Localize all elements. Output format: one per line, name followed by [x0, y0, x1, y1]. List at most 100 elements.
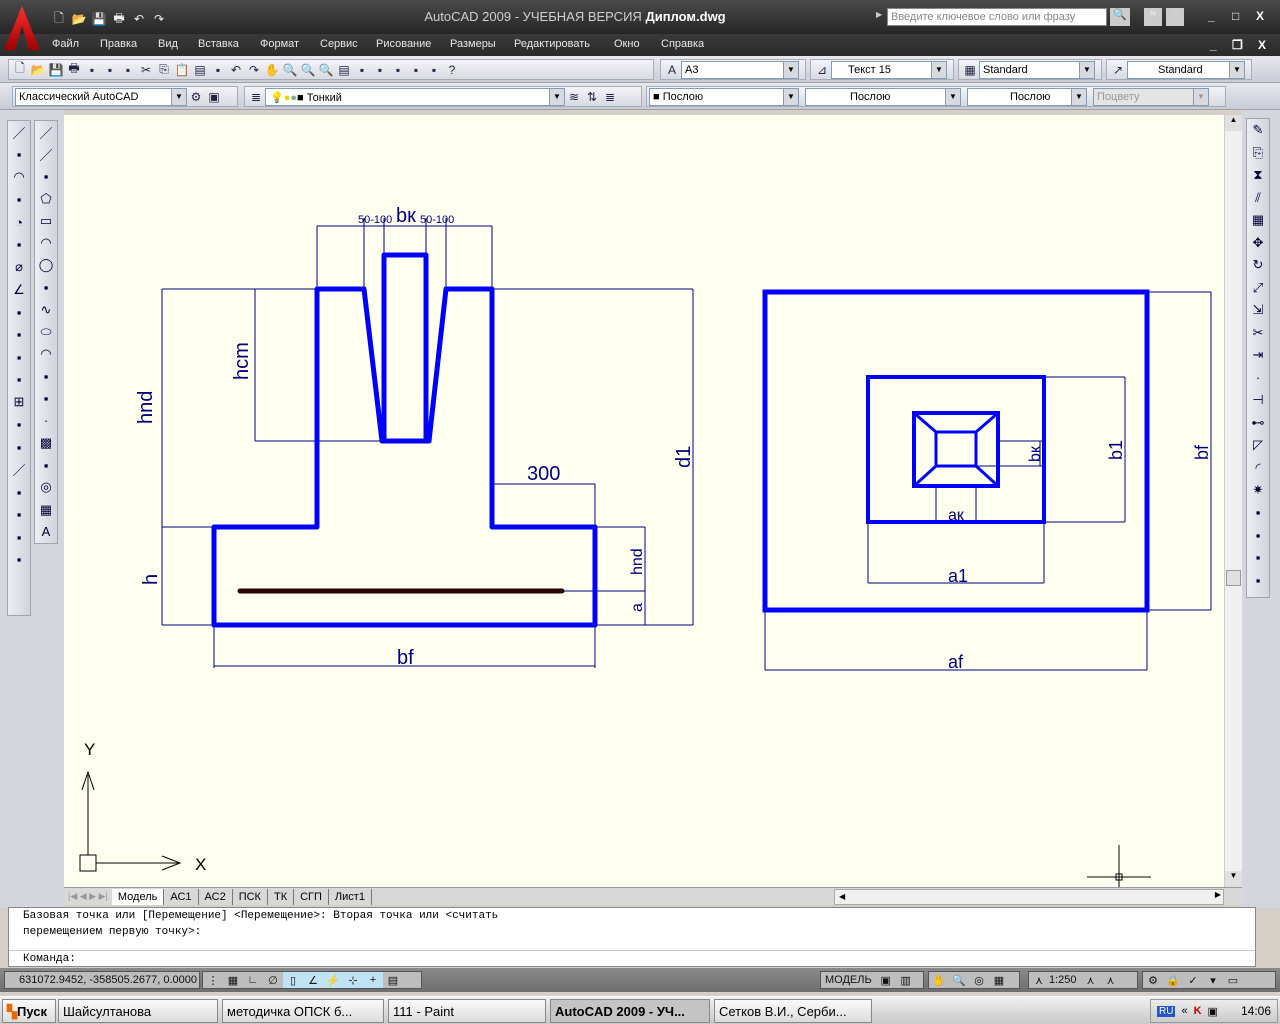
taskbar-button[interactable]: Сетков В.И., Серби... [714, 999, 872, 1023]
grid-toggle-icon[interactable]: ▦ [223, 972, 243, 988]
menu-item[interactable]: Вид [158, 38, 178, 50]
menu-item[interactable]: Редактировать [514, 38, 590, 50]
taskbar-button[interactable]: методичка ОПСК б... [222, 999, 384, 1023]
vertical-scrollbar[interactable]: ▲ ▼ [1224, 115, 1242, 887]
region-icon[interactable]: ◎ [36, 476, 56, 498]
scroll-up-button[interactable]: ▲ [1225, 115, 1242, 131]
dim-text-edit-icon[interactable]: ▪ [9, 504, 29, 527]
workspace-save-icon[interactable]: ▣ [205, 88, 223, 106]
menu-item[interactable]: Рисование [376, 38, 431, 50]
sheet-set-icon[interactable]: ▪ [389, 61, 407, 79]
point-icon[interactable]: · [36, 410, 56, 432]
tab-navigation-arrows[interactable]: |◀ ◀ ▶ ▶| [64, 891, 112, 902]
dim-style-icon[interactable]: ▪ [9, 549, 29, 572]
menu-item[interactable]: Справка [661, 38, 704, 50]
jogged-icon[interactable]: ▪ [9, 234, 29, 257]
infocenter-search-input[interactable]: Введите ключевое слово или фразу [887, 8, 1107, 26]
layout-tab[interactable]: Модель [111, 888, 165, 905]
network-icon[interactable]: ▣ [1208, 1005, 1218, 1018]
dim-style-select[interactable]: Текст 15 [831, 60, 947, 79]
ellipse-arc-icon[interactable]: ◠ [36, 343, 56, 365]
circle-icon[interactable]: ◯ [36, 254, 56, 276]
status-menu-icon[interactable]: ▾ [1203, 972, 1223, 988]
mtext-icon[interactable]: A [36, 521, 56, 543]
antivirus-icon[interactable]: K [1194, 1005, 1202, 1017]
layout-tab[interactable]: АС2 [199, 888, 233, 905]
quick-dim-icon[interactable]: ▪ [9, 301, 29, 324]
print-icon[interactable]: 🖶 [65, 61, 83, 79]
publish-icon[interactable]: ▪ [101, 61, 119, 79]
steering-wheel-icon[interactable]: ◎ [969, 972, 989, 988]
markup-icon[interactable]: ▪ [407, 61, 425, 79]
open-icon[interactable]: 📂 [29, 61, 47, 79]
snap-toggle-icon[interactable]: ⋮ [203, 972, 223, 988]
horizontal-scrollbar[interactable]: ◀ ▶ [834, 888, 1224, 905]
menu-item[interactable]: Правка [100, 38, 137, 50]
doc-minimize-button[interactable]: _ [1210, 38, 1217, 52]
zoom-previous-icon[interactable]: 🔍 [317, 61, 335, 79]
tray-expand-icon[interactable]: « [1181, 1005, 1187, 1017]
make-layer-current-icon[interactable]: ≋ [565, 88, 583, 106]
insert-block-icon[interactable]: ▪ [36, 365, 56, 387]
menu-item[interactable]: Размеры [450, 38, 496, 50]
qp-toggle-icon[interactable]: ▤ [383, 972, 403, 988]
diameter-icon[interactable]: ⌀ [9, 256, 29, 279]
hatch-icon[interactable]: ▩ [36, 432, 56, 454]
break-icon[interactable]: ⊣ [1248, 389, 1268, 412]
line-icon[interactable]: ／ [36, 121, 56, 143]
inspection-icon[interactable]: ▪ [9, 436, 29, 459]
lineweight-select[interactable]: Послою [967, 87, 1087, 106]
layout-tab[interactable]: АС1 [164, 888, 199, 905]
tool-palettes-icon[interactable]: ▪ [371, 61, 389, 79]
3d-dwf-icon[interactable]: ▪ [119, 61, 137, 79]
trim-icon[interactable]: ✂ [1248, 322, 1268, 345]
offset-icon[interactable]: ⫽ [1248, 187, 1268, 210]
scroll-down-button[interactable]: ▼ [1225, 871, 1242, 887]
arc-icon[interactable]: ◠ [36, 232, 56, 254]
save-icon[interactable]: 💾 [47, 61, 65, 79]
favorites-icon[interactable]: ☆ [1166, 8, 1184, 26]
workspace-settings-icon[interactable]: ⚙ [187, 88, 205, 106]
center-mark-icon[interactable]: ▪ [9, 414, 29, 437]
properties-icon[interactable]: ▤ [335, 61, 353, 79]
showmotion-icon[interactable]: ▦ [989, 972, 1009, 988]
draworder-under-icon[interactable]: ▪ [1248, 569, 1268, 592]
menu-item[interactable]: Окно [614, 38, 640, 50]
multileader-style-select[interactable]: Standard [1127, 60, 1245, 79]
otrack-toggle-icon[interactable]: ∠ [303, 972, 323, 988]
workspace-switch-icon[interactable]: ⚙ [1143, 972, 1163, 988]
command-prompt[interactable]: Команда: [9, 950, 1255, 966]
dim-style-icon[interactable]: ⊿ [813, 61, 831, 79]
text-style-icon[interactable]: A [663, 61, 681, 79]
coordinates-readout[interactable]: 631072.9452, -358505.2677, 0.0000 [4, 971, 200, 989]
ducs-toggle-icon[interactable]: ⚡ [323, 972, 343, 988]
menu-item[interactable]: Вставка [198, 38, 239, 50]
doc-restore-button[interactable]: ❐ [1232, 38, 1243, 52]
redo-icon[interactable]: ↷ [245, 61, 263, 79]
cut-icon[interactable]: ✂ [137, 61, 155, 79]
taskbar-button[interactable]: 111 - Paint [388, 999, 546, 1023]
copy-icon[interactable]: ⎘ [1248, 142, 1268, 165]
polyline-icon[interactable]: ▪ [36, 165, 56, 187]
quick-view-icon[interactable]: ▥ [896, 972, 916, 988]
join-icon[interactable]: ⊷ [1248, 412, 1268, 435]
expand-search-icon[interactable]: ▶ [876, 10, 882, 19]
rotate-icon[interactable]: ↻ [1248, 254, 1268, 277]
minimize-button[interactable]: _ [1208, 9, 1215, 23]
aligned-dim-icon[interactable]: ▪ [9, 144, 29, 167]
explode-icon[interactable]: ✷ [1248, 479, 1268, 502]
menu-item[interactable]: Сервис [320, 38, 358, 50]
stretch-icon[interactable]: ⇲ [1248, 299, 1268, 322]
spline-icon[interactable]: ∿ [36, 299, 56, 321]
table-style-select[interactable]: Standard [979, 60, 1095, 79]
layer-manager-icon[interactable]: ≣ [247, 88, 265, 106]
array-icon[interactable]: ▦ [1248, 209, 1268, 232]
color-select[interactable]: ■ Послою [649, 87, 799, 106]
construction-line-icon[interactable]: ／ [36, 143, 56, 165]
ellipse-icon[interactable]: ⬭ [36, 321, 56, 343]
draworder-front-icon[interactable]: ▪ [1248, 502, 1268, 525]
model-button[interactable]: МОДЕЛЬ [821, 974, 876, 986]
command-line[interactable]: Базовая точка или [Перемещение] <Перемещ… [8, 907, 1256, 967]
annotation-visibility-icon[interactable]: ⋏ [1081, 972, 1101, 988]
chamfer-icon[interactable]: ◸ [1248, 434, 1268, 457]
